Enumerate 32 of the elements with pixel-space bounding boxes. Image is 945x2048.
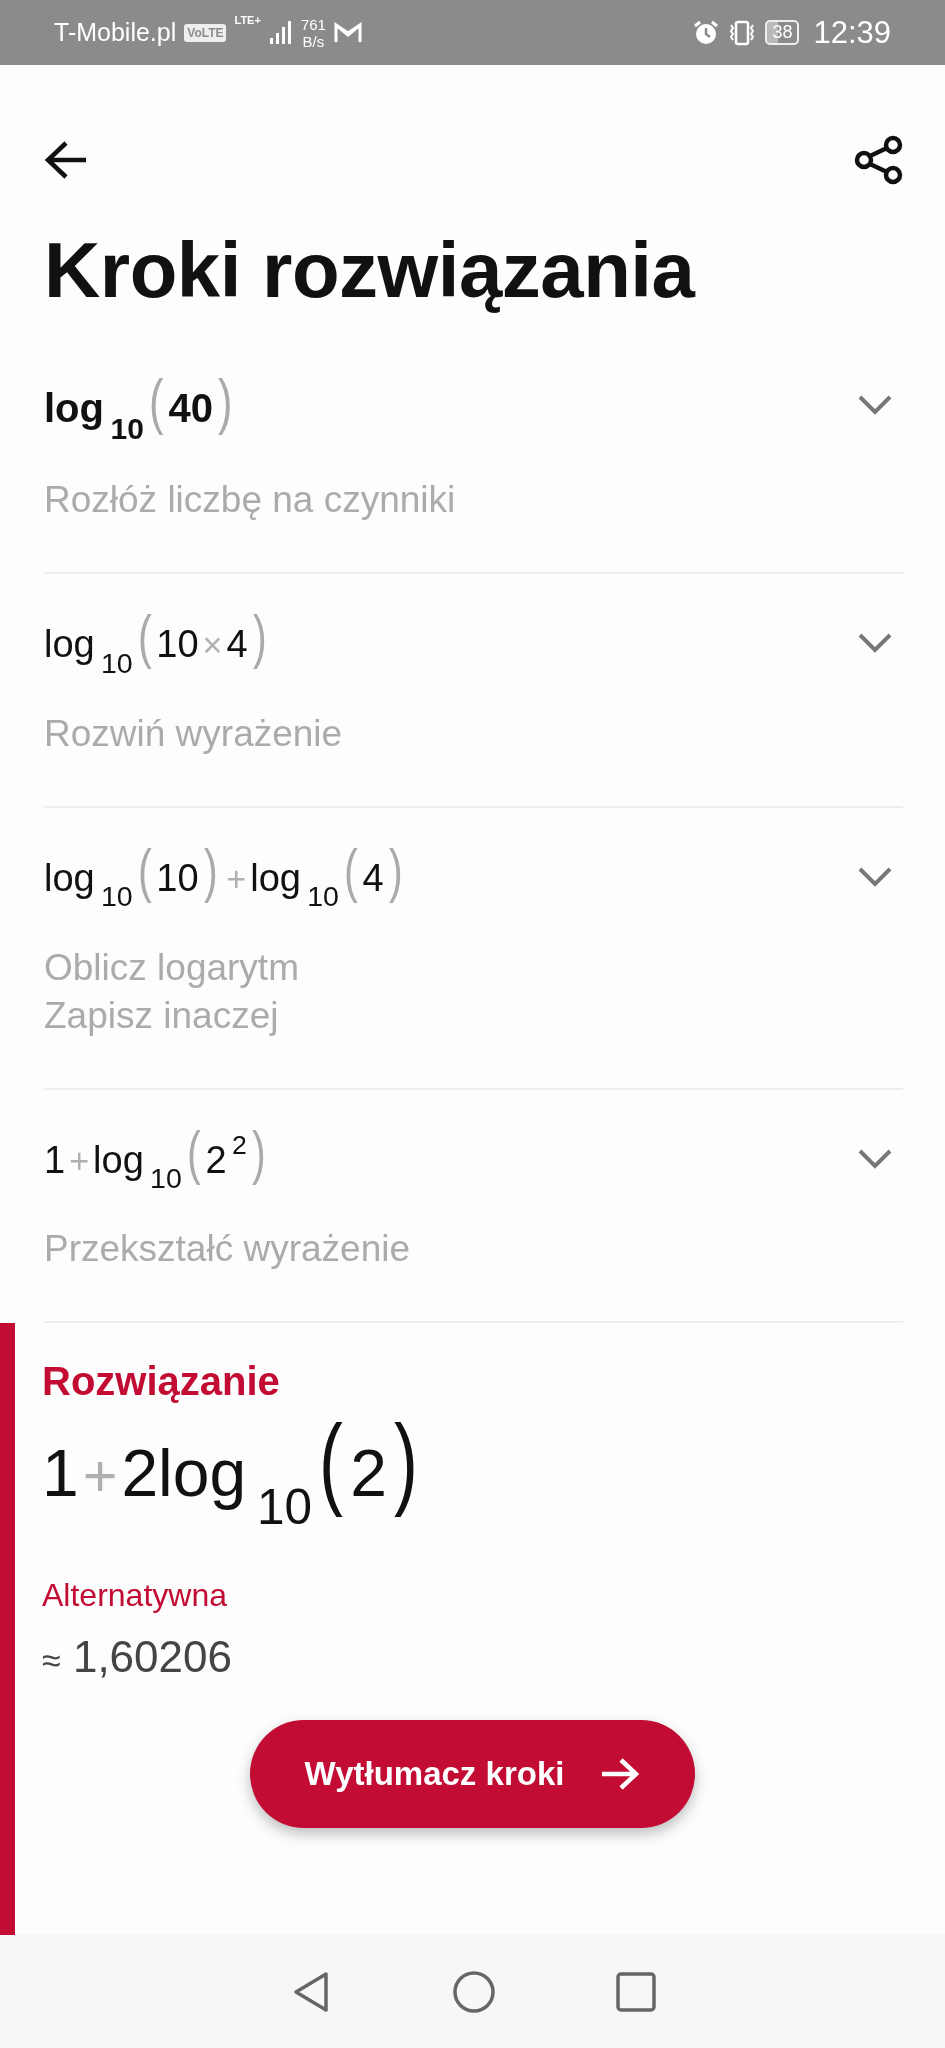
math-expression: 1+log $_{10}$(2$^{2}$) (44, 1123, 267, 1197)
nav-recents-button[interactable] (615, 1971, 656, 2012)
battery-level: 38 (765, 20, 800, 45)
signal-icon (268, 19, 293, 46)
chevron-icon[interactable] (857, 1147, 893, 1170)
nav-home-button[interactable] (451, 1969, 496, 2014)
share-button[interactable] (853, 134, 905, 186)
explain-steps-button[interactable]: Wytłumacz kroki (250, 1720, 695, 1828)
alarm-icon (693, 19, 720, 46)
clock-time: 12:39 (813, 14, 891, 51)
mail-icon (333, 21, 362, 44)
step-description: Przekształć wyrażenie (44, 1227, 410, 1272)
math-expression: log $_{10}$(10×4) (44, 608, 268, 681)
volte-badge: VoLTE (184, 23, 227, 42)
page-title: Kroki rozwiązania (44, 225, 697, 316)
alternative-form-label: Alternatywna (42, 1577, 228, 1614)
arrow-right-icon (600, 1757, 641, 1791)
chevron-icon[interactable] (857, 632, 893, 654)
carrier-name: T-Mobile.pl (54, 18, 177, 47)
network-speed: 761 B/s (300, 15, 326, 50)
chevron-icon[interactable] (857, 865, 893, 888)
step-description: Oblicz logarytm Zapisz inaczej (44, 945, 300, 1038)
back-button[interactable] (44, 140, 88, 180)
chevron-icon[interactable] (857, 394, 893, 416)
solution-label: Rozwiązanie (42, 1359, 281, 1405)
approximate-value: ≈ 1,60206 (42, 1632, 233, 1682)
network-type: LTE+ (234, 14, 261, 26)
math-expression: log $_{10}$(40) (44, 370, 234, 447)
math-expression: 1+2log $_{10}$(2) (42, 1410, 419, 1536)
math-expression: log $_{10}$(10)+log $_{10}$(4) (44, 841, 404, 915)
step-description: Rozłóż liczbę na czynniki (44, 478, 456, 522)
step-description: Rozwiń wyrażenie (44, 711, 343, 756)
